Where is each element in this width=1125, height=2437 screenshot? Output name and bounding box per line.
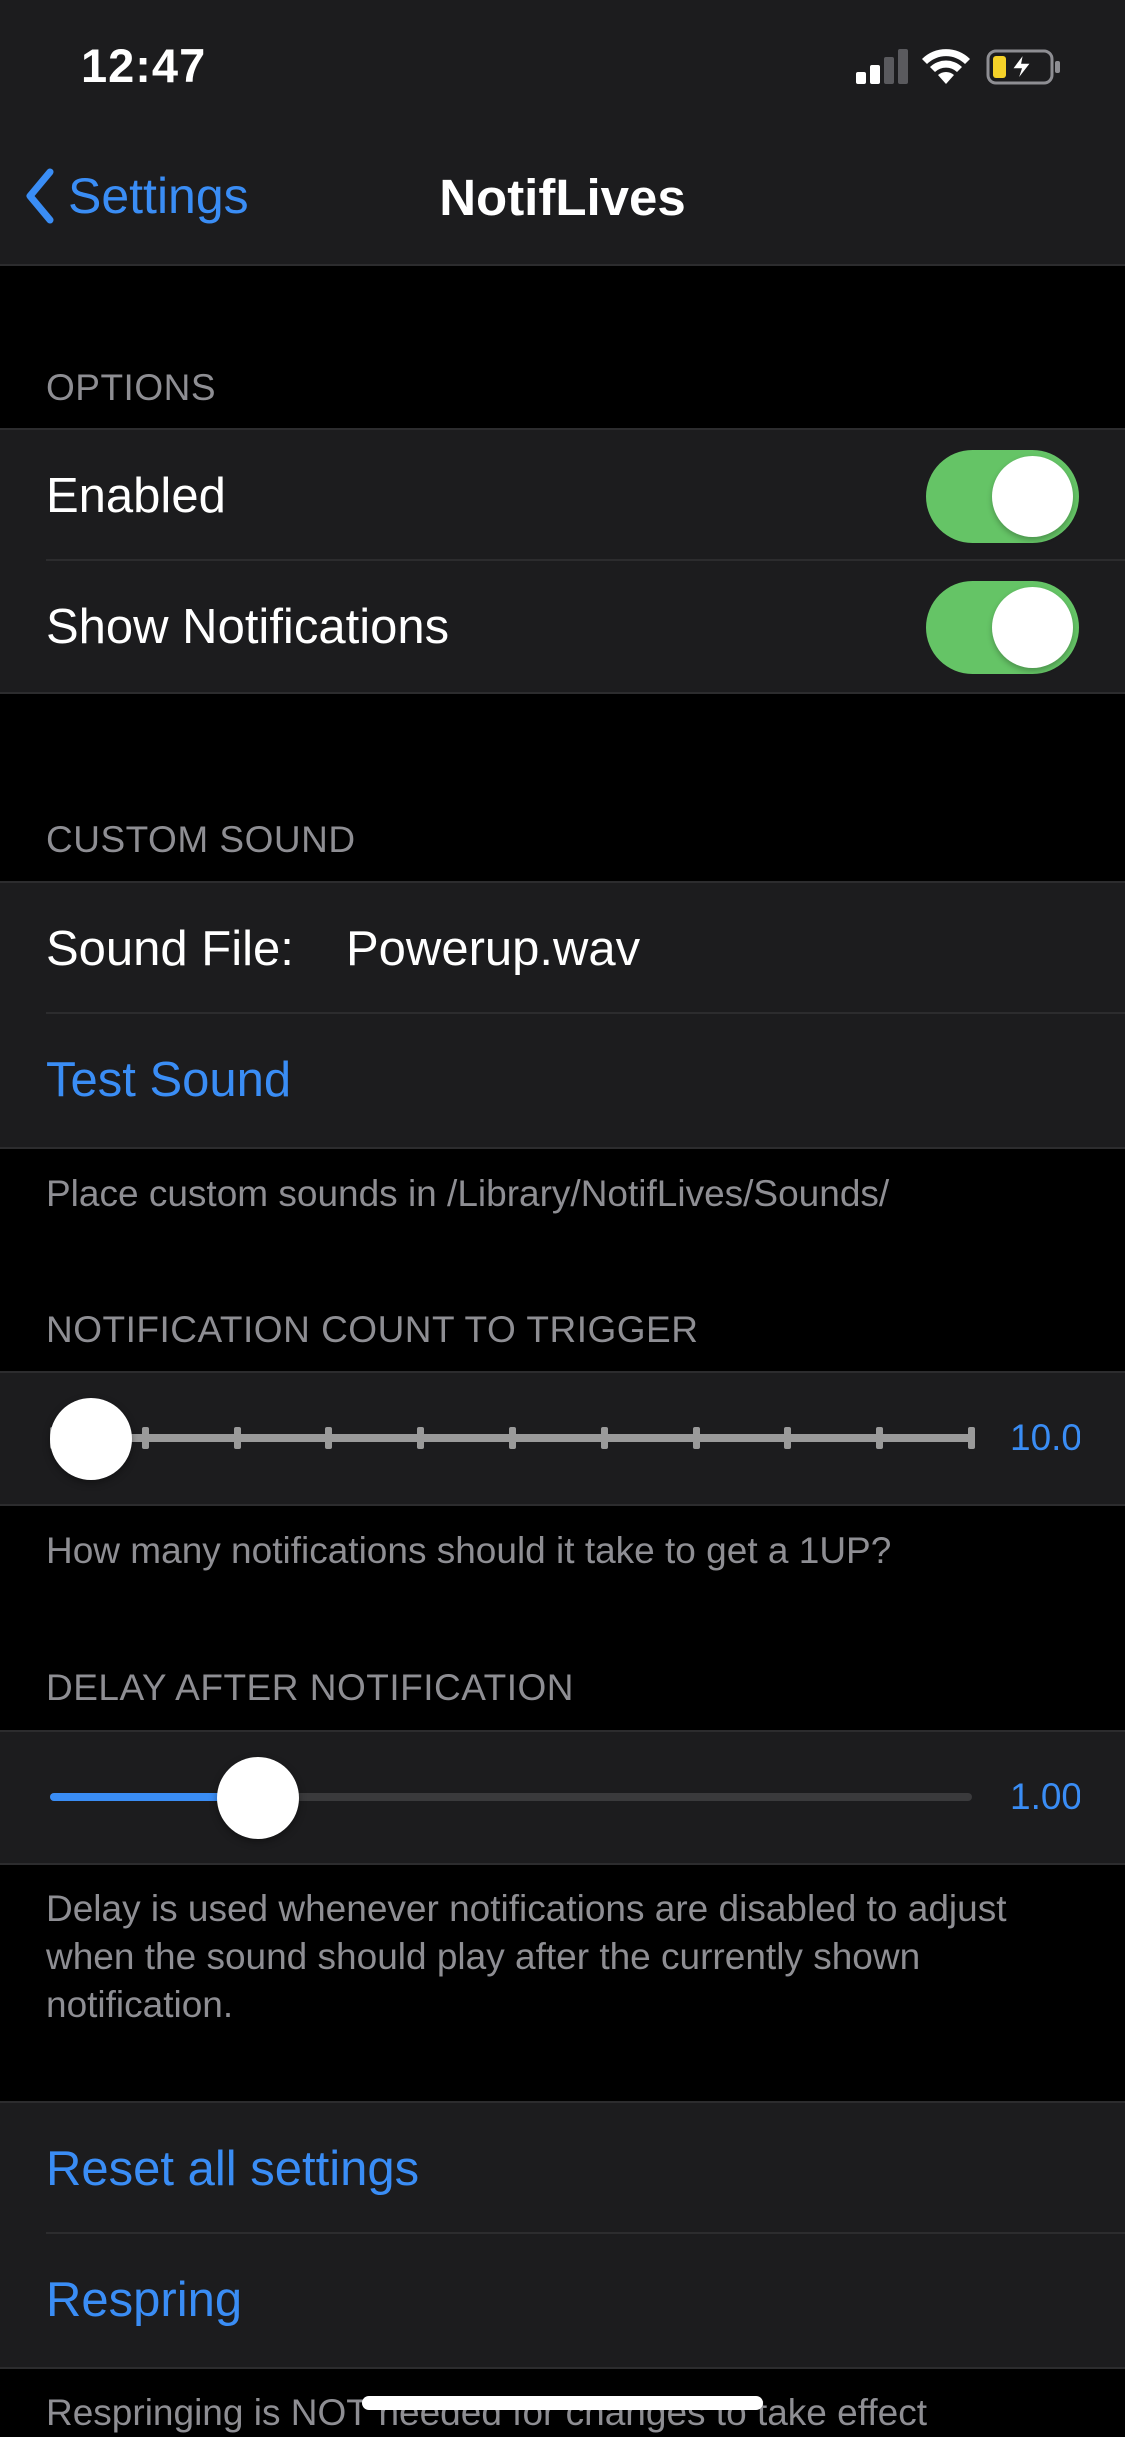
- show-notifications-cell: Show Notifications: [0, 561, 1125, 692]
- slider-tick: [233, 1427, 241, 1449]
- slider-tick: [692, 1427, 700, 1449]
- enabled-toggle[interactable]: [926, 450, 1079, 543]
- delay-value: 1.00: [1010, 1776, 1080, 1817]
- respring-label: Respring: [46, 2273, 243, 2327]
- wifi-icon: [922, 49, 970, 84]
- slider-tick: [876, 1427, 884, 1449]
- show-notifications-toggle[interactable]: [926, 581, 1079, 674]
- options-header: OPTIONS: [46, 367, 217, 408]
- status-time: 12:47: [81, 39, 207, 92]
- options-group: Enabled Show Notifications: [0, 428, 1125, 694]
- status-bar: 12:47: [0, 0, 1125, 132]
- test-sound-label: Test Sound: [46, 1053, 292, 1107]
- reset-all-settings-button[interactable]: Reset all settings: [0, 2103, 1125, 2234]
- respring-button[interactable]: Respring: [0, 2234, 1125, 2365]
- delay-footer: Delay is used whenever notifications are…: [46, 1888, 1007, 2025]
- navigation-bar: Settings NotifLives: [0, 132, 1125, 266]
- reset-all-settings-label: Reset all settings: [46, 2142, 420, 2196]
- delay-group: 1.00: [0, 1730, 1125, 1865]
- notification-count-footer: How many notifications should it take to…: [46, 1530, 892, 1571]
- notification-count-slider-thumb[interactable]: [50, 1398, 132, 1480]
- slider-tick: [600, 1427, 608, 1449]
- test-sound-button[interactable]: Test Sound: [0, 1014, 1125, 1145]
- cellular-signal-icon: [856, 49, 908, 84]
- sound-file-value: Powerup.wav: [346, 922, 641, 976]
- show-notifications-label: Show Notifications: [46, 600, 450, 654]
- home-indicator: [362, 2396, 763, 2410]
- slider-tick: [968, 1427, 975, 1449]
- delay-slider-thumb[interactable]: [217, 1757, 299, 1839]
- toggle-knob: [992, 456, 1073, 537]
- slider-tick: [417, 1427, 425, 1449]
- sound-file-label: Sound File:: [46, 922, 294, 976]
- notification-count-value: 10.0: [1010, 1417, 1080, 1458]
- notification-count-header: NOTIFICATION COUNT TO TRIGGER: [46, 1309, 699, 1350]
- sound-file-cell[interactable]: Sound File: Powerup.wav: [0, 883, 1125, 1014]
- custom-sound-footer: Place custom sounds in /Library/NotifLiv…: [46, 1173, 890, 1214]
- toggle-knob: [992, 587, 1073, 668]
- actions-group: Reset all settings Respring: [0, 2101, 1125, 2369]
- notification-count-group: 10.0: [0, 1371, 1125, 1506]
- slider-tick: [325, 1427, 333, 1449]
- custom-sound-group: Sound File: Powerup.wav Test Sound: [0, 881, 1125, 1149]
- delay-header: DELAY AFTER NOTIFICATION: [46, 1667, 575, 1708]
- enabled-label: Enabled: [46, 469, 226, 523]
- slider-tick: [509, 1427, 516, 1449]
- page-title: NotifLives: [439, 169, 686, 226]
- slider-tick: [784, 1427, 792, 1449]
- battery-charging-icon: [986, 49, 1060, 85]
- slider-tick: [141, 1427, 149, 1449]
- enabled-cell: Enabled: [0, 430, 1125, 561]
- custom-sound-header: CUSTOM SOUND: [46, 819, 356, 860]
